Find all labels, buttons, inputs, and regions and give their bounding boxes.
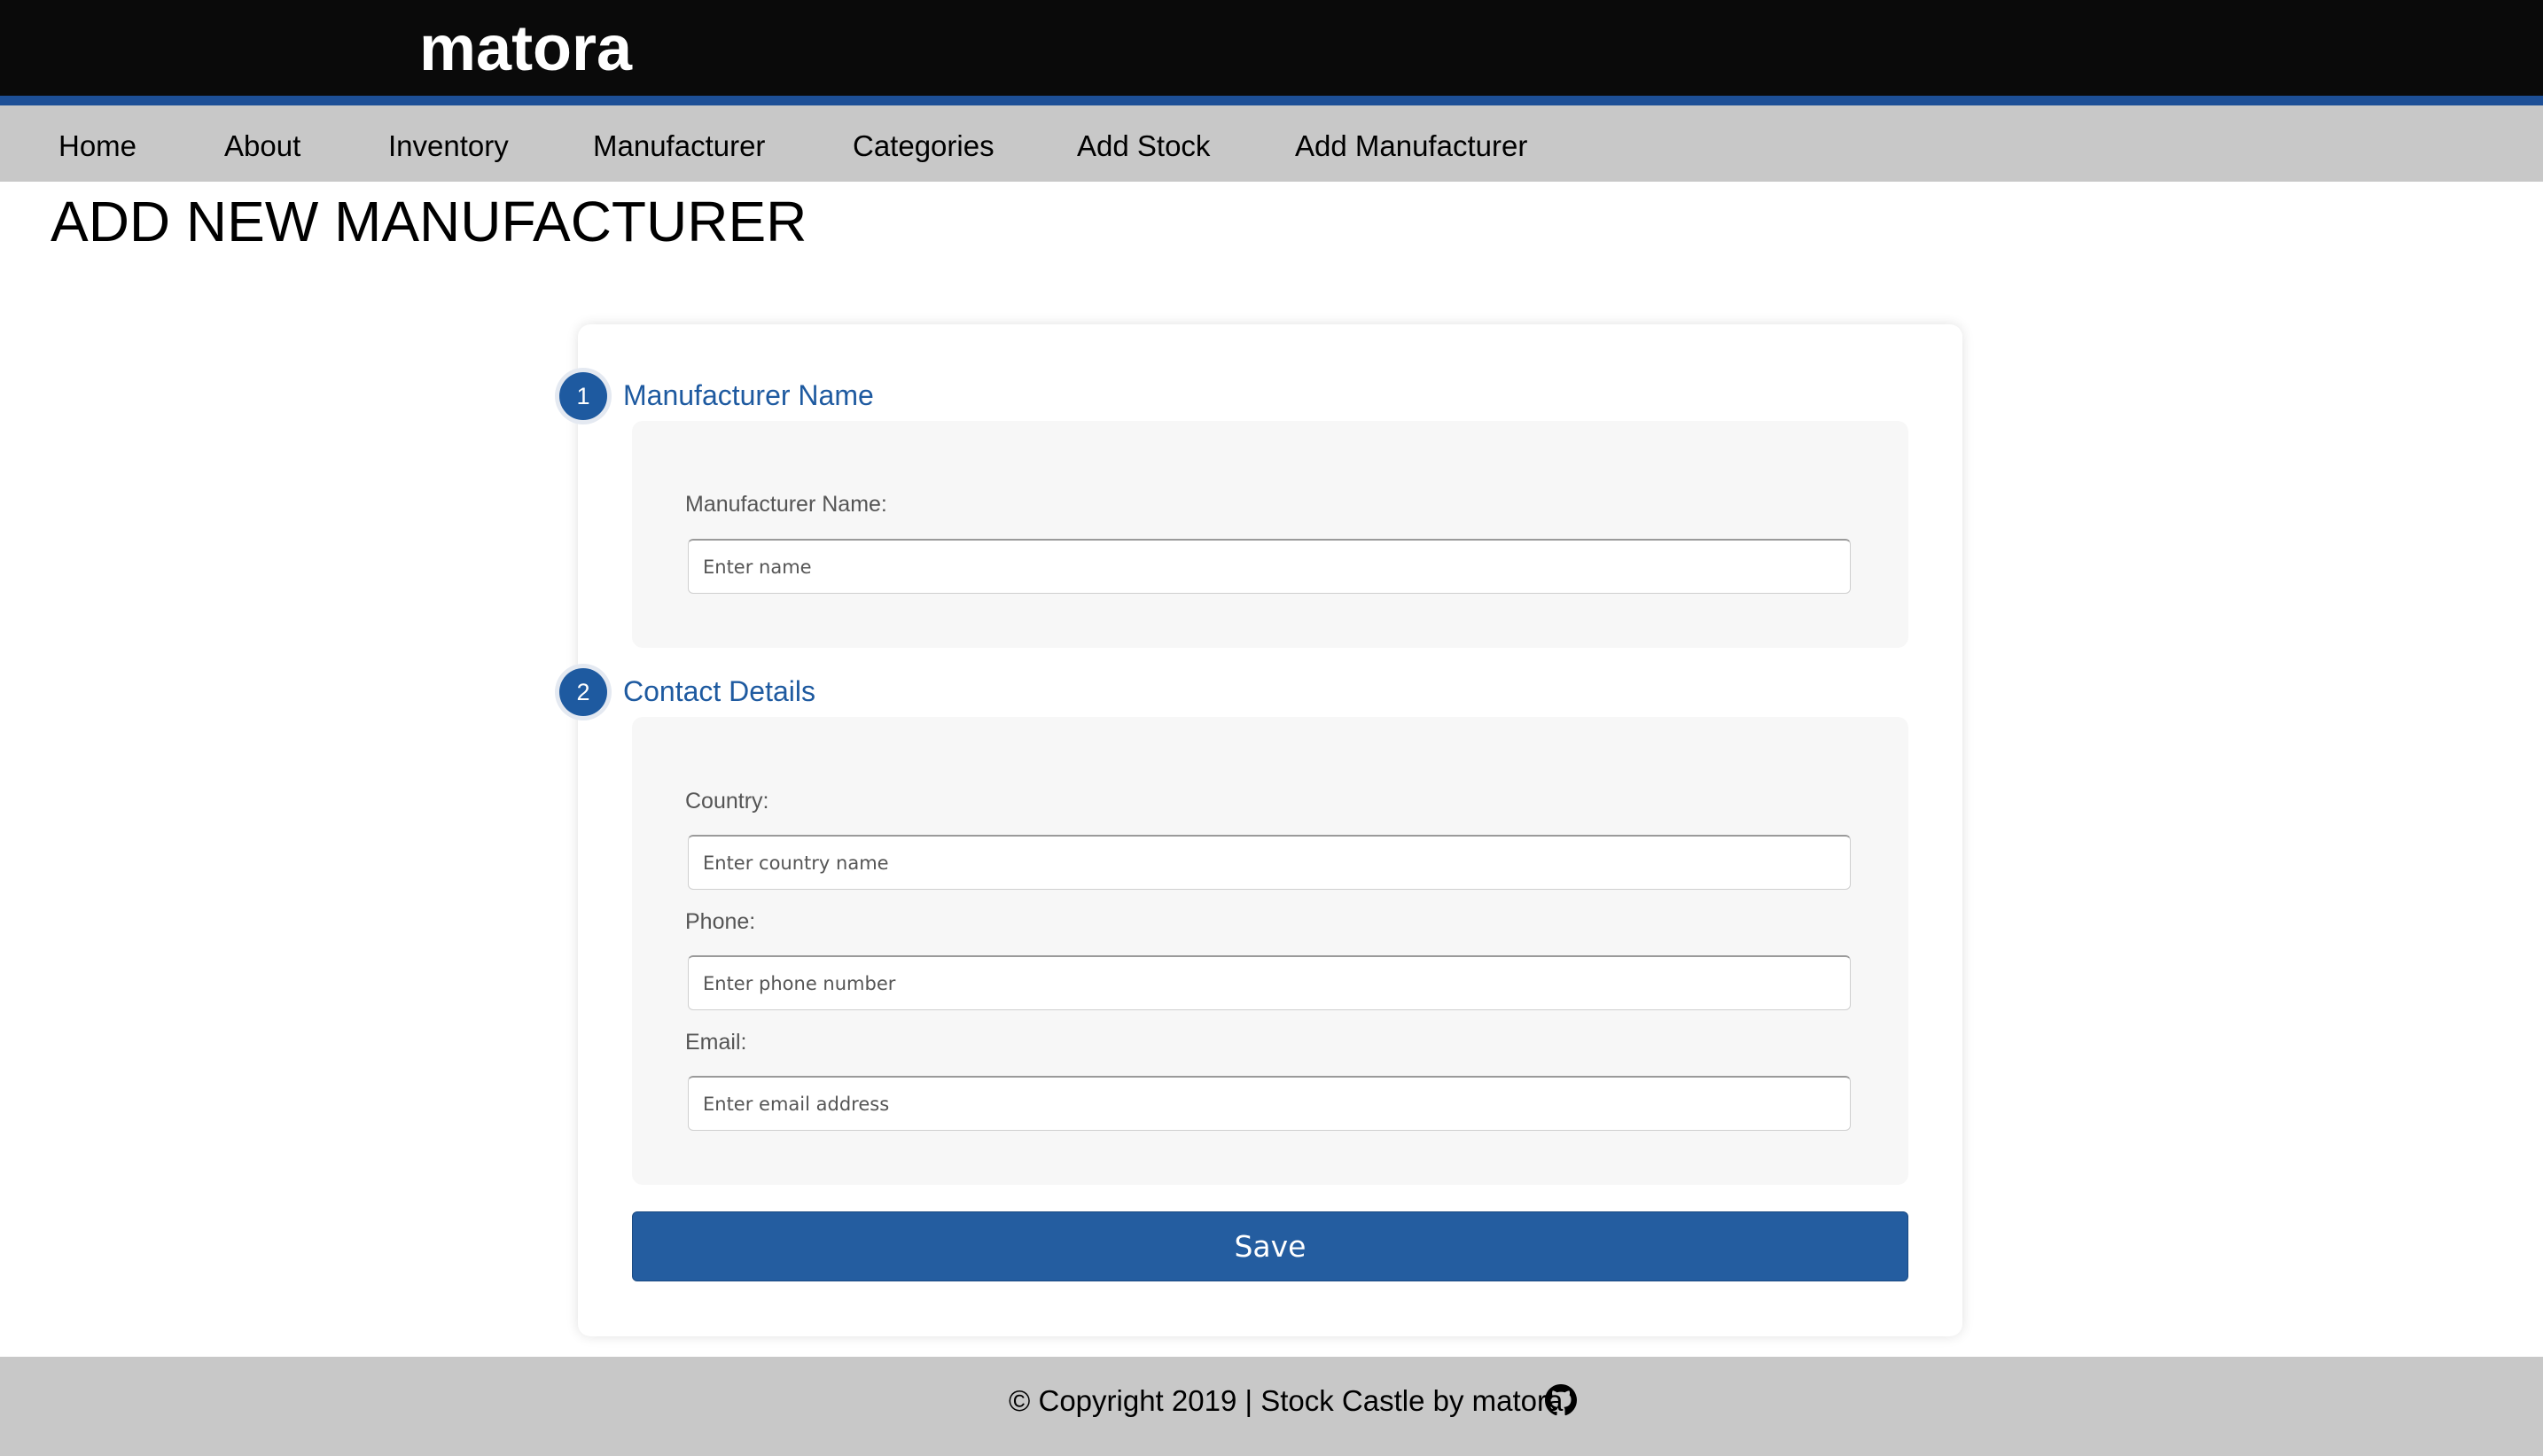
footer-copyright-text: © Copyright 2019 | Stock Castle by mator… [1009, 1384, 1564, 1417]
nav-item-home[interactable]: Home [59, 105, 137, 182]
email-label: Email: [685, 1030, 747, 1055]
email-input[interactable] [688, 1076, 1851, 1131]
phone-input[interactable] [688, 955, 1851, 1010]
brand-logo-text[interactable]: matora [419, 9, 632, 89]
page-title: ADD NEW MANUFACTURER [51, 190, 807, 253]
manufacturer-name-label: Manufacturer Name: [685, 492, 887, 517]
nav-item-categories[interactable]: Categories [853, 105, 995, 182]
section-title-contact-details: Contact Details [623, 675, 815, 707]
footer: © Copyright 2019 | Stock Castle by mator… [0, 1357, 2543, 1456]
nav-item-manufacturer[interactable]: Manufacturer [593, 105, 765, 182]
country-input[interactable] [688, 835, 1851, 890]
nav-item-add-stock[interactable]: Add Stock [1077, 105, 1210, 182]
nav-item-add-manufacturer[interactable]: Add Manufacturer [1295, 105, 1527, 182]
country-label: Country: [685, 789, 769, 814]
section-title-manufacturer-name: Manufacturer Name [623, 379, 874, 411]
save-button[interactable]: Save [632, 1211, 1908, 1281]
step-number-1: 1 [559, 372, 607, 420]
top-header: matora [0, 0, 2543, 105]
main-nav: Home About Inventory Manufacturer Catego… [0, 105, 2543, 182]
phone-label: Phone: [685, 909, 756, 934]
step-number-2: 2 [559, 668, 607, 716]
section-panel-manufacturer-name [632, 421, 1908, 648]
nav-item-about[interactable]: About [224, 105, 300, 182]
nav-item-inventory[interactable]: Inventory [388, 105, 509, 182]
manufacturer-name-input[interactable] [688, 539, 1851, 594]
github-icon[interactable] [1545, 1384, 1577, 1416]
